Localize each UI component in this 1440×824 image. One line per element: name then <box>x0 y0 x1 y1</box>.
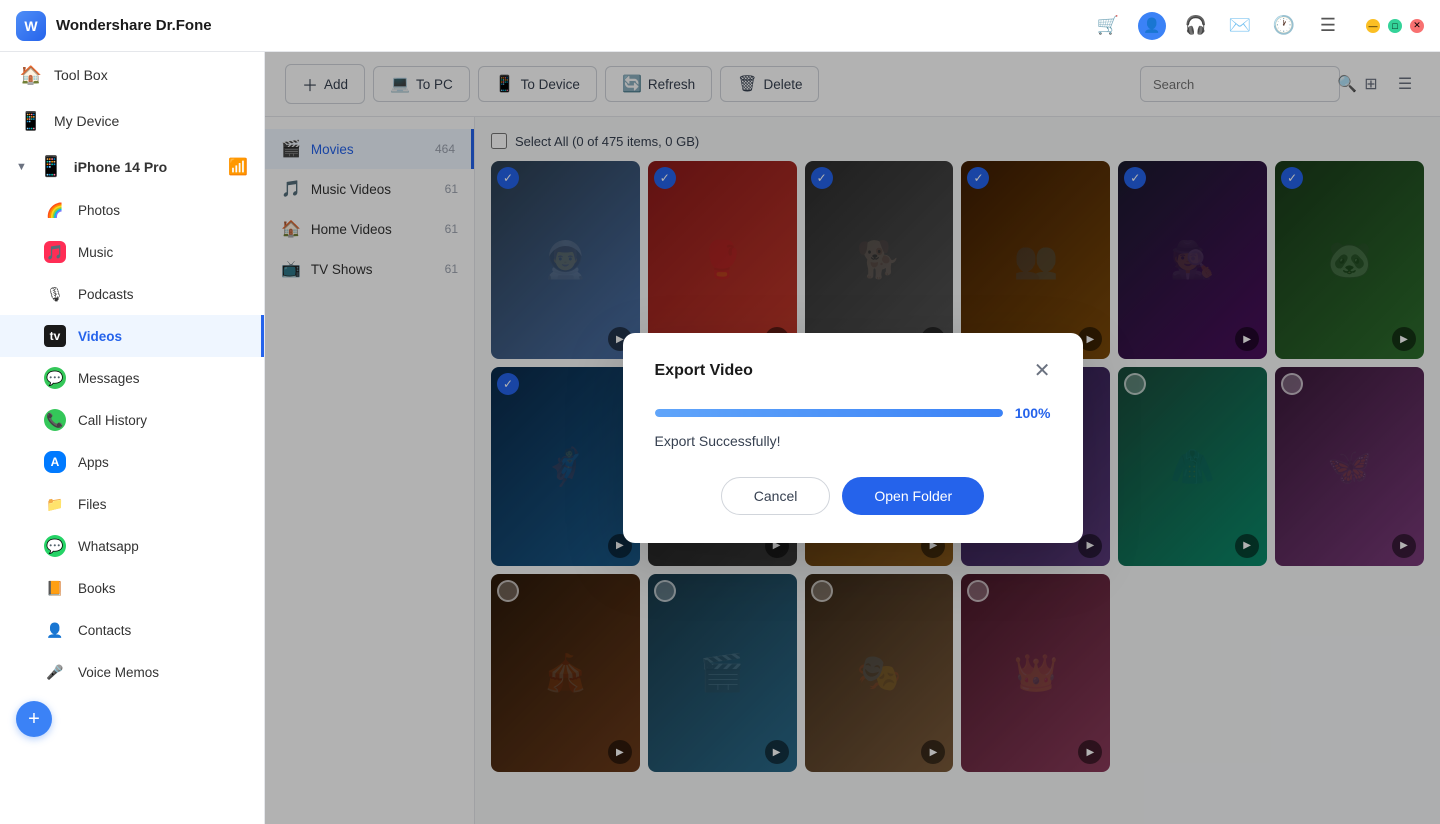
device-name: iPhone 14 Pro <box>74 159 167 175</box>
device-item[interactable]: ▼ 📱 iPhone 14 Pro 📶 <box>0 144 264 189</box>
contacts-icon: 👤 <box>44 619 66 641</box>
window-controls: — □ ✕ <box>1366 19 1424 33</box>
voicememos-label: Voice Memos <box>78 665 159 680</box>
maximize-button[interactable]: □ <box>1388 19 1402 33</box>
books-label: Books <box>78 581 116 596</box>
sidebar-item-photos[interactable]: 🌈 Photos <box>0 189 264 231</box>
toolbox-icon: 🏠 <box>20 64 42 86</box>
progress-track <box>655 409 1003 417</box>
podcasts-label: Podcasts <box>78 287 134 302</box>
app-body: 🏠 Tool Box 📱 My Device ▼ 📱 iPhone 14 Pro… <box>0 52 1440 824</box>
history-icon[interactable]: 🕐 <box>1270 12 1298 40</box>
success-message: Export Successfully! <box>655 433 1051 449</box>
progress-label: 100% <box>1015 405 1051 421</box>
whatsapp-label: Whatsapp <box>78 539 139 554</box>
voicememos-icon: 🎤 <box>44 661 66 683</box>
callhistory-label: Call History <box>78 413 147 428</box>
videos-label: Videos <box>78 329 122 344</box>
photos-label: Photos <box>78 203 120 218</box>
music-icon: 🎵 <box>44 241 66 263</box>
contacts-label: Contacts <box>78 623 131 638</box>
sidebar-item-music[interactable]: 🎵 Music <box>0 231 264 273</box>
menu-icon[interactable]: ☰ <box>1314 12 1342 40</box>
files-icon: 📁 <box>44 493 66 515</box>
open-folder-button[interactable]: Open Folder <box>842 477 984 515</box>
app-title: Wondershare Dr.Fone <box>56 17 212 34</box>
dialog-overlay: Export Video ✕ 100% Export Successfully!… <box>265 52 1440 824</box>
podcasts-icon: 🎙 <box>44 283 66 305</box>
sidebar-item-apps[interactable]: A Apps <box>0 441 264 483</box>
export-dialog: Export Video ✕ 100% Export Successfully!… <box>623 333 1083 543</box>
whatsapp-icon: 💬 <box>44 535 66 557</box>
mydevice-label: My Device <box>54 113 119 129</box>
progress-fill <box>655 409 1003 417</box>
cart-icon[interactable]: 🛒 <box>1094 12 1122 40</box>
sidebar-item-toolbox[interactable]: 🏠 Tool Box <box>0 52 264 98</box>
photos-icon: 🌈 <box>44 199 66 221</box>
sidebar-item-videos[interactable]: tv Videos <box>0 315 264 357</box>
sidebar-item-whatsapp[interactable]: 💬 Whatsapp <box>0 525 264 567</box>
progress-row: 100% <box>655 405 1051 421</box>
apps-label: Apps <box>78 455 109 470</box>
sidebar-item-voicememos[interactable]: 🎤 Voice Memos <box>0 651 264 693</box>
videos-icon: tv <box>44 325 66 347</box>
sidebar: 🏠 Tool Box 📱 My Device ▼ 📱 iPhone 14 Pro… <box>0 52 265 824</box>
titlebar: W Wondershare Dr.Fone 🛒 👤 🎧 ✉️ 🕐 ☰ — □ ✕ <box>0 0 1440 52</box>
sidebar-item-books[interactable]: 📙 Books <box>0 567 264 609</box>
messages-icon: 💬 <box>44 367 66 389</box>
apps-icon: A <box>44 451 66 473</box>
titlebar-right: 🛒 👤 🎧 ✉️ 🕐 ☰ — □ ✕ <box>1094 12 1424 40</box>
callhistory-icon: 📞 <box>44 409 66 431</box>
sidebar-item-podcasts[interactable]: 🎙 Podcasts <box>0 273 264 315</box>
dialog-header: Export Video ✕ <box>655 361 1051 381</box>
fab-button[interactable]: + <box>16 701 52 737</box>
mydevice-icon: 📱 <box>20 110 42 132</box>
dialog-title: Export Video <box>655 362 753 380</box>
sidebar-item-callhistory[interactable]: 📞 Call History <box>0 399 264 441</box>
headset-icon[interactable]: 🎧 <box>1182 12 1210 40</box>
user-avatar[interactable]: 👤 <box>1138 12 1166 40</box>
messages-label: Messages <box>78 371 140 386</box>
sidebar-item-mydevice[interactable]: 📱 My Device <box>0 98 264 144</box>
music-label: Music <box>78 245 113 260</box>
dialog-close-button[interactable]: ✕ <box>1034 361 1051 381</box>
device-phone-icon: 📱 <box>39 154 64 179</box>
titlebar-left: W Wondershare Dr.Fone <box>16 11 212 41</box>
sidebar-item-files[interactable]: 📁 Files <box>0 483 264 525</box>
wifi-icon: 📶 <box>228 157 248 177</box>
close-button[interactable]: ✕ <box>1410 19 1424 33</box>
mail-icon[interactable]: ✉️ <box>1226 12 1254 40</box>
sidebar-item-contacts[interactable]: 👤 Contacts <box>0 609 264 651</box>
minimize-button[interactable]: — <box>1366 19 1380 33</box>
main-content: ＋ Add 💻 To PC 📱 To Device 🔄 Refresh 🗑 De… <box>265 52 1440 824</box>
sidebar-item-messages[interactable]: 💬 Messages <box>0 357 264 399</box>
books-icon: 📙 <box>44 577 66 599</box>
toolbox-label: Tool Box <box>54 67 108 83</box>
app-logo: W <box>16 11 46 41</box>
files-label: Files <box>78 497 107 512</box>
dialog-buttons: Cancel Open Folder <box>655 477 1051 515</box>
cancel-button[interactable]: Cancel <box>721 477 831 515</box>
